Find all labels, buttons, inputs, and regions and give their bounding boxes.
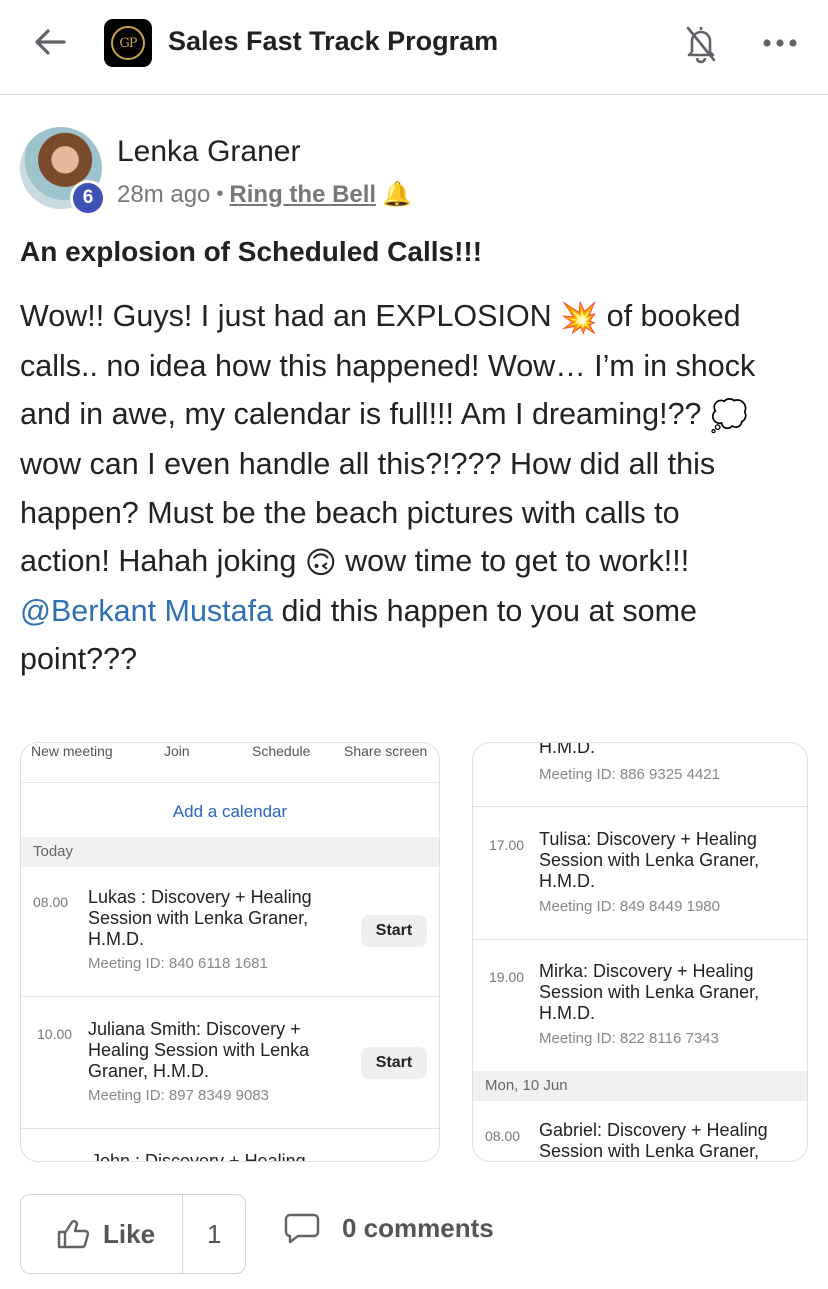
- divider: [21, 1128, 439, 1129]
- start-button: Start: [361, 915, 427, 947]
- meeting-title: Lukas : Discovery + Healing Session with…: [88, 887, 312, 950]
- body-line: wow can I even handle all this?!??? How …: [20, 447, 716, 482]
- body-line: calls.. no idea how this happened! Wow… …: [20, 349, 756, 384]
- like-count[interactable]: 1: [207, 1219, 221, 1250]
- bell-emoji: 🔔: [382, 181, 412, 208]
- meeting-id: Meeting ID: 886 9325 4421: [539, 766, 720, 783]
- meeting-title-line: H.M.D.: [539, 742, 595, 757]
- cut-off-meeting-title: John : Discovery + Healing: [91, 1151, 306, 1162]
- meeting-time: 08.00: [485, 1128, 521, 1144]
- meeting-id: Meeting ID: 849 8449 1980: [539, 898, 720, 915]
- meeting-time: 08.00: [33, 894, 69, 910]
- mention-link[interactable]: @Berkant Mustafa: [20, 594, 273, 628]
- meta-separator: •: [216, 183, 224, 205]
- divider: [473, 939, 807, 940]
- meeting-title-line: Juliana Smith: Discovery +: [88, 1019, 301, 1039]
- author-name[interactable]: Lenka Graner: [117, 135, 300, 169]
- explosion-emoji: 💥: [560, 300, 599, 335]
- meeting-time: 19.00: [489, 969, 525, 985]
- body-line: happen? Must be the beach pictures with …: [20, 495, 680, 530]
- body-text: and in awe, my calendar is full!!! Am I …: [20, 397, 710, 432]
- body-line: point???: [20, 642, 138, 677]
- meeting-title-line: Tulisa: Discovery + Healing: [539, 829, 757, 849]
- body-text: wow time to get to work!!!: [336, 544, 690, 579]
- meeting-time: 10.00: [37, 1026, 73, 1042]
- meeting-title-line: Session with Lenka Graner,: [539, 1141, 760, 1161]
- post-time: 28m ago: [117, 180, 211, 208]
- meeting-title-line: H.M.D.: [539, 871, 595, 891]
- meeting-title-line: Gabriel: Discovery + Healing: [539, 1120, 768, 1140]
- body-text: of booked: [598, 299, 741, 333]
- meeting-title-line: Lukas : Discovery + Healing: [88, 887, 312, 907]
- tab-share-screen: Share screen: [344, 743, 428, 759]
- thumbs-up-icon: [57, 1220, 89, 1249]
- like-button[interactable]: Like: [21, 1195, 183, 1273]
- body-line: @Berkant Mustafa did this happen to you …: [20, 587, 810, 635]
- body-text: Wow!! Guys! I just had an EXPLOSION: [20, 299, 561, 333]
- like-label: Like: [103, 1218, 156, 1249]
- comments-label: 0 comments: [342, 1212, 494, 1243]
- body-line: action! Hahah joking 🙃 wow time to get t…: [20, 537, 810, 587]
- meeting-title-line: Session with Lenka Graner,: [88, 908, 309, 928]
- meeting-title-line: Session with Lenka Graner,: [539, 982, 760, 1002]
- group-logo[interactable]: GP: [104, 19, 152, 67]
- comment-icon: [284, 1213, 320, 1244]
- section-header: Today: [21, 837, 439, 867]
- group-logo-text: GP: [111, 26, 145, 60]
- tab-new-meeting: New meeting: [31, 743, 113, 759]
- meeting-id: Meeting ID: 822 8116 7343: [539, 1030, 719, 1047]
- meeting-title-line: Mirka: Discovery + Healing: [539, 961, 754, 981]
- post-title: An explosion of Scheduled Calls!!!: [20, 236, 483, 267]
- zoom-toolbar: New meeting Join Schedule Share screen: [21, 743, 439, 783]
- meeting-time: 17.00: [489, 837, 525, 853]
- attached-image-2[interactable]: H.M.D. Meeting ID: 886 9325 4421 17.00 T…: [472, 742, 808, 1162]
- top-bar: GP Sales Fast Track Program: [0, 0, 828, 95]
- upside-down-face-emoji: 🙃: [304, 545, 337, 580]
- meeting-id: Meeting ID: 897 8349 9083: [88, 1087, 269, 1104]
- meeting-title: Gabriel: Discovery + Healing Session wit…: [539, 1120, 768, 1161]
- back-arrow-icon[interactable]: [30, 24, 70, 60]
- body-text: did this happen to you at some: [273, 594, 697, 629]
- bell-off-icon[interactable]: [682, 22, 720, 64]
- tab-schedule: Schedule: [252, 743, 311, 759]
- meeting-title-line: Graner, H.M.D.: [88, 1061, 210, 1081]
- level-badge: 6: [70, 180, 106, 216]
- meeting-title-line: H.M.D.: [88, 929, 144, 949]
- group-title[interactable]: Sales Fast Track Program: [168, 26, 498, 57]
- attached-image-1[interactable]: New meeting Join Schedule Share screen A…: [20, 742, 440, 1162]
- thought-bubble-emoji: 💭: [709, 399, 748, 434]
- meeting-title-line: H.M.D.: [539, 1003, 595, 1023]
- add-calendar-link: Add a calendar: [172, 802, 288, 821]
- like-control: Like 1: [20, 1194, 246, 1274]
- meeting-title-line: Healing Session with Lenka: [88, 1040, 310, 1060]
- meeting-title-line: Session with Lenka Graner,: [539, 850, 760, 870]
- meeting-id: Meeting ID: 840 6118 1681: [88, 955, 268, 972]
- body-text: action! Hahah joking: [20, 544, 305, 579]
- tab-join: Join: [164, 743, 190, 759]
- category-link[interactable]: Ring the Bell: [229, 181, 376, 209]
- more-icon[interactable]: [762, 36, 798, 50]
- meeting-title: Juliana Smith: Discovery + Healing Sessi…: [88, 1019, 309, 1082]
- comments-button[interactable]: 0 comments: [284, 1212, 494, 1244]
- divider: [473, 806, 807, 807]
- meeting-title: Tulisa: Discovery + Healing Session with…: [539, 829, 759, 892]
- body-line: Wow!! Guys! I just had an EXPLOSION 💥 of…: [20, 292, 810, 342]
- post-meta: 28m ago • Ring the Bell 🔔: [117, 180, 412, 209]
- divider: [21, 996, 439, 997]
- section-header: Mon, 10 Jun: [473, 1071, 807, 1101]
- meeting-title: Mirka: Discovery + Healing Session with …: [539, 961, 759, 1024]
- start-button: Start: [361, 1047, 427, 1079]
- body-line: and in awe, my calendar is full!!! Am I …: [20, 390, 810, 440]
- post-body: Wow!! Guys! I just had an EXPLOSION 💥 of…: [20, 292, 810, 684]
